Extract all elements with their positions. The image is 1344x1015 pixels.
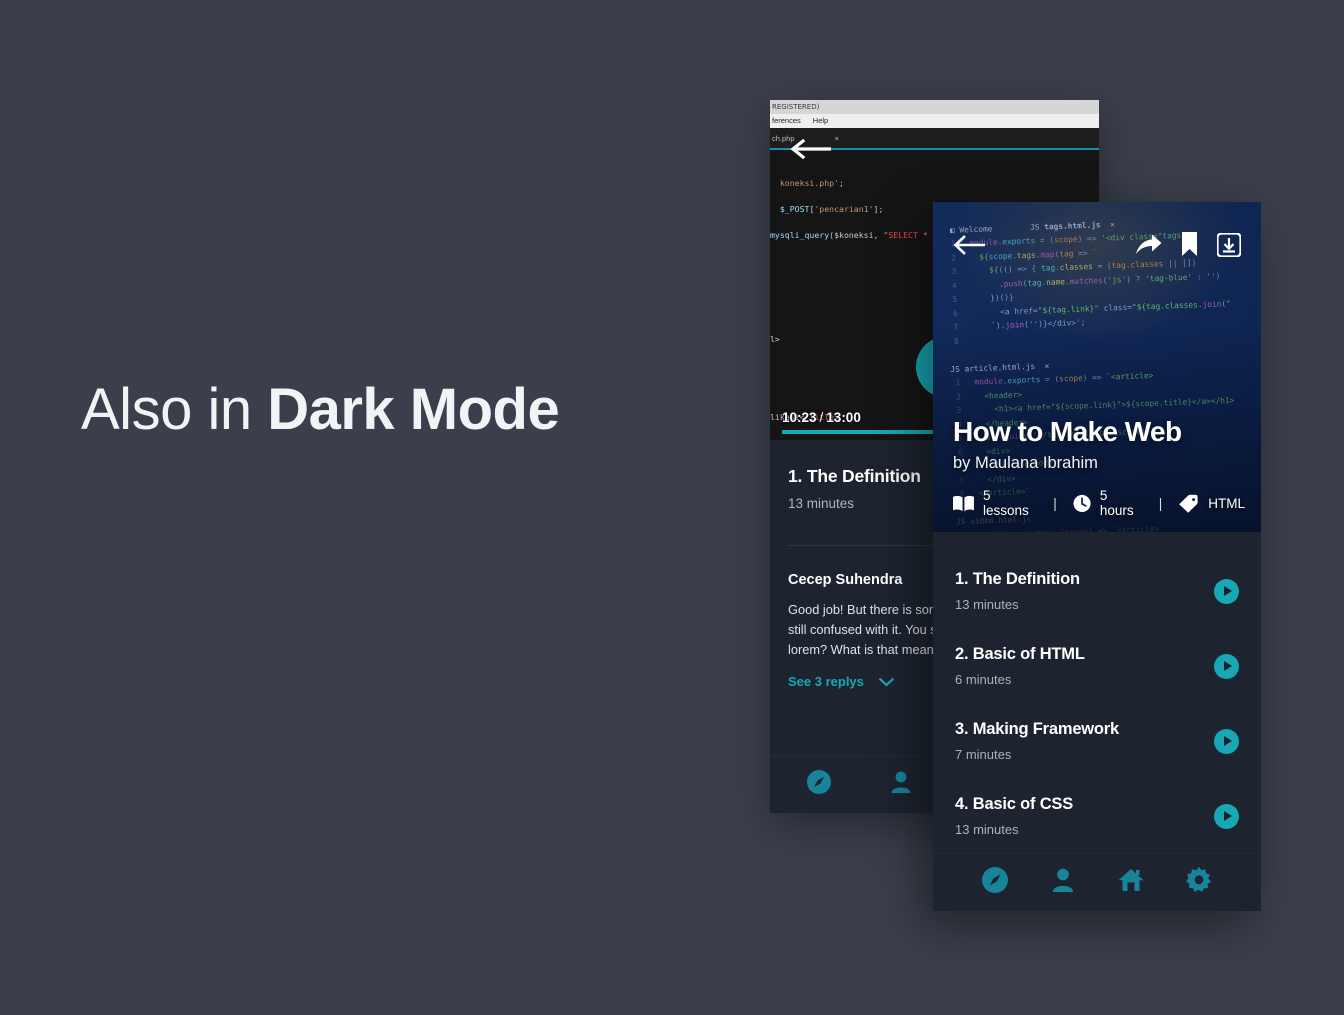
download-icon[interactable] xyxy=(1217,232,1241,257)
hero-action-group xyxy=(1136,232,1241,257)
bookmark-icon[interactable] xyxy=(1181,232,1198,257)
play-button[interactable] xyxy=(1214,803,1239,829)
course-author: by Maulana Ibrahim xyxy=(953,454,1098,472)
headline-bold: Dark Mode xyxy=(267,377,560,442)
phone-mockup-front: ◧ Welcome JS tags.html.js ✕ 1 module.exp… xyxy=(933,202,1261,911)
lesson-title: 2. Basic of HTML xyxy=(955,645,1085,663)
person-icon[interactable] xyxy=(1049,866,1077,899)
page-title: Also in Dark Mode xyxy=(81,376,560,443)
meta-lessons: 5 lessons xyxy=(953,488,1037,518)
gear-icon[interactable] xyxy=(1185,866,1213,899)
meta-hours: 5 hours xyxy=(1073,488,1143,518)
meta-separator-1: | xyxy=(1053,495,1057,511)
person-icon[interactable] xyxy=(888,769,914,800)
chevron-down-icon xyxy=(878,677,895,687)
meta-tag-label: HTML xyxy=(1208,495,1245,511)
lesson-item[interactable]: 1. The Definition 13 minutes xyxy=(955,558,1239,633)
compass-icon[interactable] xyxy=(806,769,832,800)
headline-light: Also in xyxy=(81,377,268,442)
meta-hours-label: 5 hours xyxy=(1099,488,1134,518)
share-icon[interactable] xyxy=(1136,234,1162,256)
presentation-stage: Also in Dark Mode REGISTERED) ferences He… xyxy=(0,0,1344,1015)
menu-item-preferences[interactable]: ferences xyxy=(772,116,801,125)
menu-item-help[interactable]: Help xyxy=(813,116,828,125)
play-button[interactable] xyxy=(1214,653,1239,679)
total-time: 13:00 xyxy=(826,410,861,425)
lesson-list: 1. The Definition 13 minutes 2. Basic of… xyxy=(933,532,1261,858)
lesson-duration: 6 minutes xyxy=(955,672,1012,687)
lesson-item[interactable]: 2. Basic of HTML 6 minutes xyxy=(955,633,1239,708)
play-button[interactable] xyxy=(1214,578,1239,604)
bottom-nav-items-back xyxy=(770,769,914,800)
lesson-text-group: 1. The Definition 13 minutes xyxy=(955,570,1080,612)
lesson-duration: 7 minutes xyxy=(955,747,1012,762)
lesson-item[interactable]: 3. Making Framework 7 minutes xyxy=(955,708,1239,783)
lesson-item[interactable]: 4. Basic of CSS 13 minutes xyxy=(955,783,1239,858)
lesson-text-group: 3. Making Framework 7 minutes xyxy=(955,720,1119,762)
hero-action-bar xyxy=(933,232,1261,257)
lesson-text-group: 4. Basic of CSS 13 minutes xyxy=(955,795,1073,837)
meta-tag: HTML xyxy=(1178,494,1245,513)
compass-icon[interactable] xyxy=(981,866,1009,899)
editor-menu-bar: ferences Help xyxy=(770,114,1099,128)
lesson-duration: 13 minutes xyxy=(955,597,1019,612)
play-triangle-icon xyxy=(1224,661,1232,671)
clock-icon xyxy=(1073,494,1091,512)
editor-window-title: REGISTERED) xyxy=(770,100,1099,114)
hero-text-block: How to Make Web by Maulana Ibrahim 5 les… xyxy=(953,415,1245,518)
close-icon[interactable]: × xyxy=(835,128,839,150)
course-hero: ◧ Welcome JS tags.html.js ✕ 1 module.exp… xyxy=(933,202,1261,532)
home-icon[interactable] xyxy=(1117,866,1145,899)
see-replies-label: See 3 replys xyxy=(788,674,864,689)
play-button[interactable] xyxy=(1214,728,1239,754)
back-arrow-icon[interactable] xyxy=(790,138,834,160)
current-time: 10:23 xyxy=(782,410,817,425)
play-triangle-icon xyxy=(1224,586,1232,596)
lesson-title: 3. Making Framework xyxy=(955,720,1120,738)
lesson-text-group: 2. Basic of HTML 6 minutes xyxy=(955,645,1085,687)
meta-separator-2: | xyxy=(1158,495,1163,511)
time-separator: / xyxy=(819,410,824,425)
bottom-nav-items-front xyxy=(933,866,1261,899)
play-triangle-icon xyxy=(1224,811,1232,821)
lesson-title: 1. The Definition xyxy=(955,570,1080,588)
bottom-navigation-front xyxy=(933,853,1261,911)
course-meta-row: 5 lessons | 5 hours | HTML xyxy=(953,488,1245,518)
book-icon xyxy=(953,495,974,511)
play-triangle-icon xyxy=(1224,736,1232,746)
meta-lessons-label: 5 lessons xyxy=(982,488,1029,518)
tag-icon xyxy=(1179,494,1198,513)
lesson-title: 4. Basic of CSS xyxy=(955,795,1074,813)
course-title: How to Make Web xyxy=(953,415,1182,447)
back-arrow-icon[interactable] xyxy=(953,234,987,256)
lesson-duration: 13 minutes xyxy=(955,822,1019,837)
